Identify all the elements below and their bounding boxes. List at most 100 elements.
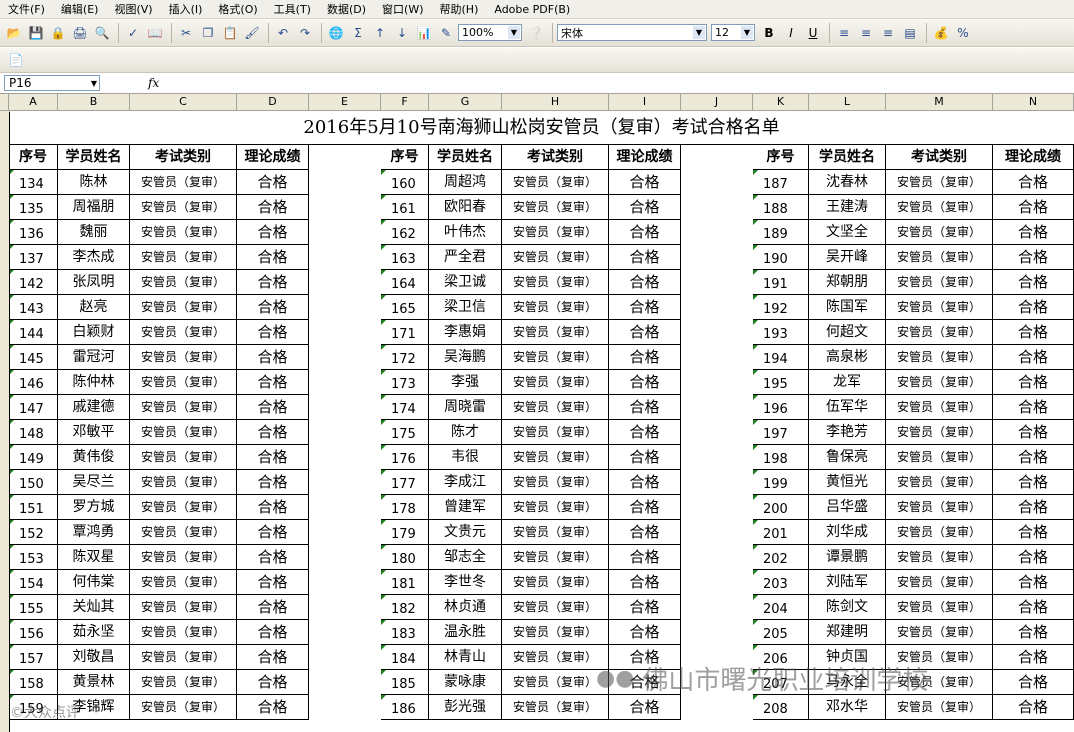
type-cell[interactable]: 安管员（复审）	[886, 670, 993, 695]
name-cell[interactable]: 陈林	[58, 170, 130, 195]
name-cell[interactable]: 陈才	[429, 420, 502, 445]
column-title-grade[interactable]: 理论成绩	[993, 145, 1074, 170]
seq-cell[interactable]: 144	[9, 320, 58, 345]
seq-cell[interactable]: 202	[753, 545, 809, 570]
name-cell[interactable]: 李艳芳	[809, 420, 886, 445]
seq-cell[interactable]: 160	[381, 170, 429, 195]
seq-cell[interactable]: 184	[381, 645, 429, 670]
type-cell[interactable]: 安管员（复审）	[886, 570, 993, 595]
seq-cell[interactable]: 205	[753, 620, 809, 645]
type-cell[interactable]: 安管员（复审）	[502, 370, 609, 395]
undo-icon[interactable]: ↶	[273, 23, 293, 43]
seq-cell[interactable]: 142	[9, 270, 58, 295]
name-cell[interactable]: 高泉彬	[809, 345, 886, 370]
name-cell[interactable]: 黄景林	[58, 670, 130, 695]
name-cell[interactable]: 梁卫信	[429, 295, 502, 320]
menu-item[interactable]: 格式(O)	[210, 1, 265, 17]
menu-item[interactable]: 数据(D)	[319, 1, 374, 17]
help-icon[interactable]: ❔	[526, 23, 546, 43]
seq-cell[interactable]: 203	[753, 570, 809, 595]
type-cell[interactable]: 安管员（复审）	[502, 495, 609, 520]
seq-cell[interactable]: 181	[381, 570, 429, 595]
seq-cell[interactable]: 194	[753, 345, 809, 370]
column-title-seq[interactable]: 序号	[753, 145, 809, 170]
seq-cell[interactable]: 135	[9, 195, 58, 220]
menu-item[interactable]: 帮助(H)	[432, 1, 487, 17]
column-title-seq[interactable]: 序号	[381, 145, 429, 170]
seq-cell[interactable]: 185	[381, 670, 429, 695]
type-cell[interactable]: 安管员（复审）	[502, 345, 609, 370]
grade-cell[interactable]: 合格	[237, 470, 309, 495]
grade-cell[interactable]: 合格	[237, 620, 309, 645]
name-cell[interactable]: 严全君	[429, 245, 502, 270]
zoom-select[interactable]: 100% ▼	[458, 24, 522, 41]
copy-icon[interactable]: ❐	[198, 23, 218, 43]
seq-cell[interactable]: 163	[381, 245, 429, 270]
research-icon[interactable]: 📖	[145, 23, 165, 43]
align-left-icon[interactable]: ≡	[834, 23, 854, 43]
permission-icon[interactable]: 🔒	[48, 23, 68, 43]
name-cell[interactable]: 叶伟杰	[429, 220, 502, 245]
seq-cell[interactable]: 187	[753, 170, 809, 195]
type-cell[interactable]: 安管员（复审）	[886, 295, 993, 320]
type-cell[interactable]: 安管员（复审）	[130, 295, 237, 320]
grade-cell[interactable]: 合格	[237, 420, 309, 445]
type-cell[interactable]: 安管员（复审）	[502, 595, 609, 620]
column-header[interactable]: F	[381, 94, 429, 111]
type-cell[interactable]: 安管员（复审）	[886, 395, 993, 420]
grade-cell[interactable]: 合格	[609, 445, 681, 470]
grade-cell[interactable]: 合格	[609, 420, 681, 445]
type-cell[interactable]: 安管员（复审）	[502, 420, 609, 445]
seq-cell[interactable]: 155	[9, 595, 58, 620]
type-cell[interactable]: 安管员（复审）	[502, 545, 609, 570]
type-cell[interactable]: 安管员（复审）	[886, 370, 993, 395]
type-cell[interactable]: 安管员（复审）	[130, 220, 237, 245]
drawing-icon[interactable]: ✎	[436, 23, 456, 43]
grade-cell[interactable]: 合格	[237, 670, 309, 695]
grade-cell[interactable]: 合格	[609, 470, 681, 495]
seq-cell[interactable]: 161	[381, 195, 429, 220]
name-cell[interactable]: 文贵元	[429, 520, 502, 545]
seq-cell[interactable]: 198	[753, 445, 809, 470]
name-cell[interactable]: 刘陆军	[809, 570, 886, 595]
type-cell[interactable]: 安管员（复审）	[130, 395, 237, 420]
type-cell[interactable]: 安管员（复审）	[886, 170, 993, 195]
grade-cell[interactable]: 合格	[609, 195, 681, 220]
column-header[interactable]: E	[309, 94, 381, 111]
type-cell[interactable]: 安管员（复审）	[130, 570, 237, 595]
type-cell[interactable]: 安管员（复审）	[886, 645, 993, 670]
seq-cell[interactable]: 136	[9, 220, 58, 245]
column-title-seq[interactable]: 序号	[9, 145, 58, 170]
name-cell[interactable]: 魏丽	[58, 220, 130, 245]
name-cell[interactable]: 邓水华	[809, 695, 886, 720]
seq-cell[interactable]: 158	[9, 670, 58, 695]
grade-cell[interactable]: 合格	[993, 195, 1074, 220]
type-cell[interactable]: 安管员（复审）	[886, 520, 993, 545]
seq-cell[interactable]: 190	[753, 245, 809, 270]
column-header[interactable]: J	[681, 94, 753, 111]
pdf-convert-icon[interactable]: 📄	[6, 50, 26, 70]
name-cell[interactable]: 黄恒光	[809, 470, 886, 495]
name-cell[interactable]: 吴海鹏	[429, 345, 502, 370]
name-cell[interactable]: 梁卫诚	[429, 270, 502, 295]
column-header[interactable]: L	[809, 94, 886, 111]
seq-cell[interactable]: 137	[9, 245, 58, 270]
name-cell[interactable]: 何伟棠	[58, 570, 130, 595]
hyperlink-icon[interactable]: 🌐	[326, 23, 346, 43]
grade-cell[interactable]: 合格	[237, 595, 309, 620]
bold-icon[interactable]: B	[759, 23, 779, 43]
seq-cell[interactable]: 183	[381, 620, 429, 645]
type-cell[interactable]: 安管员（复审）	[502, 220, 609, 245]
name-cell[interactable]: 罗方城	[58, 495, 130, 520]
seq-cell[interactable]: 191	[753, 270, 809, 295]
grade-cell[interactable]: 合格	[609, 270, 681, 295]
seq-cell[interactable]: 154	[9, 570, 58, 595]
seq-cell[interactable]: 179	[381, 520, 429, 545]
select-all-corner[interactable]	[0, 94, 9, 111]
name-cell[interactable]: 茹永坚	[58, 620, 130, 645]
seq-cell[interactable]: 207	[753, 670, 809, 695]
grade-cell[interactable]: 合格	[609, 220, 681, 245]
name-cell[interactable]: 刘华成	[809, 520, 886, 545]
menu-item[interactable]: 视图(V)	[106, 1, 160, 17]
name-cell[interactable]: 温永胜	[429, 620, 502, 645]
